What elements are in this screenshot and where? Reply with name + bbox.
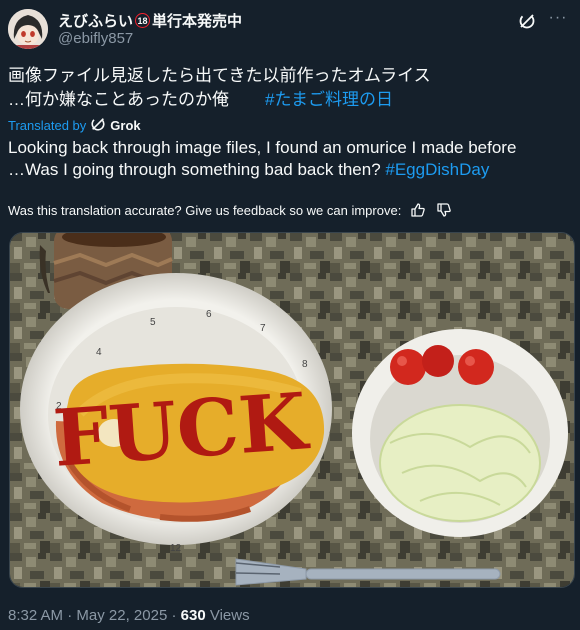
plate-number: 4 [96, 347, 102, 358]
original-tweet-text: 画像ファイル見返したら出てきた以前作ったオムライス …何か嫌なことあったのか俺 #… [8, 64, 572, 112]
translated-by-service[interactable]: Grok [110, 118, 140, 133]
avatar-illustration [8, 9, 48, 49]
footer-separator: · [171, 607, 177, 624]
footer-separator: · [67, 607, 73, 624]
tweet-header: えびふらい 18 単行本発売中 @ebifly857 ··· [8, 6, 572, 50]
original-line-2: …何か嫌なことあったのか俺 [8, 90, 229, 109]
feedback-prompt: Was this translation accurate? Give us f… [8, 202, 402, 218]
author-display-name[interactable]: えびふらい [58, 10, 133, 31]
views-count[interactable]: 630 [181, 607, 206, 624]
translated-by-label[interactable]: Translated by [8, 118, 86, 133]
ketchup-text: FUCK [51, 376, 313, 485]
author-display-name-suffix[interactable]: 単行本発売中 [152, 10, 242, 31]
more-options-icon[interactable]: ··· [546, 8, 570, 32]
omurice-photo-illustration: 5 6 7 8 4 2 12 FUCK [10, 233, 574, 587]
plate-number: 5 [150, 317, 156, 328]
thumbs-down-icon[interactable] [435, 201, 453, 219]
plate-number: 8 [302, 359, 308, 370]
views-label[interactable]: Views [210, 607, 250, 624]
original-hashtag-link[interactable]: #たまご料理の日 [265, 90, 393, 109]
translation-hashtag-link[interactable]: #EggDishDay [385, 160, 489, 179]
thumbs-up-icon[interactable] [409, 201, 427, 219]
author-handle[interactable]: @ebifly857 [58, 30, 133, 47]
original-line-1: 画像ファイル見返したら出てきた以前作ったオムライス [8, 66, 431, 85]
author-name-row[interactable]: えびふらい 18 単行本発売中 [58, 10, 242, 31]
translation-line-2: …Was I going through something bad back … [8, 160, 381, 179]
tweet-footer: 8:32 AM · May 22, 2025 · 630 Views [8, 607, 250, 624]
plate-number: 12 [170, 543, 182, 554]
translation-text: Looking back through image files, I foun… [8, 137, 572, 181]
tweet-time[interactable]: 8:32 AM [8, 607, 63, 624]
translation-feedback: Was this translation accurate? Give us f… [8, 201, 453, 219]
plate-number: 6 [206, 309, 212, 320]
translation-line-1: Looking back through image files, I foun… [8, 138, 517, 157]
age-18-badge-icon: 18 [135, 13, 151, 28]
grok-icon[interactable] [518, 12, 536, 30]
translated-by-row: Translated by Grok [8, 116, 141, 135]
grok-icon [90, 116, 106, 135]
tweet-photo[interactable]: 5 6 7 8 4 2 12 FUCK [9, 232, 575, 588]
avatar[interactable] [8, 9, 48, 49]
tweet-date[interactable]: May 22, 2025 [76, 607, 167, 624]
plate-number: 7 [260, 323, 266, 334]
